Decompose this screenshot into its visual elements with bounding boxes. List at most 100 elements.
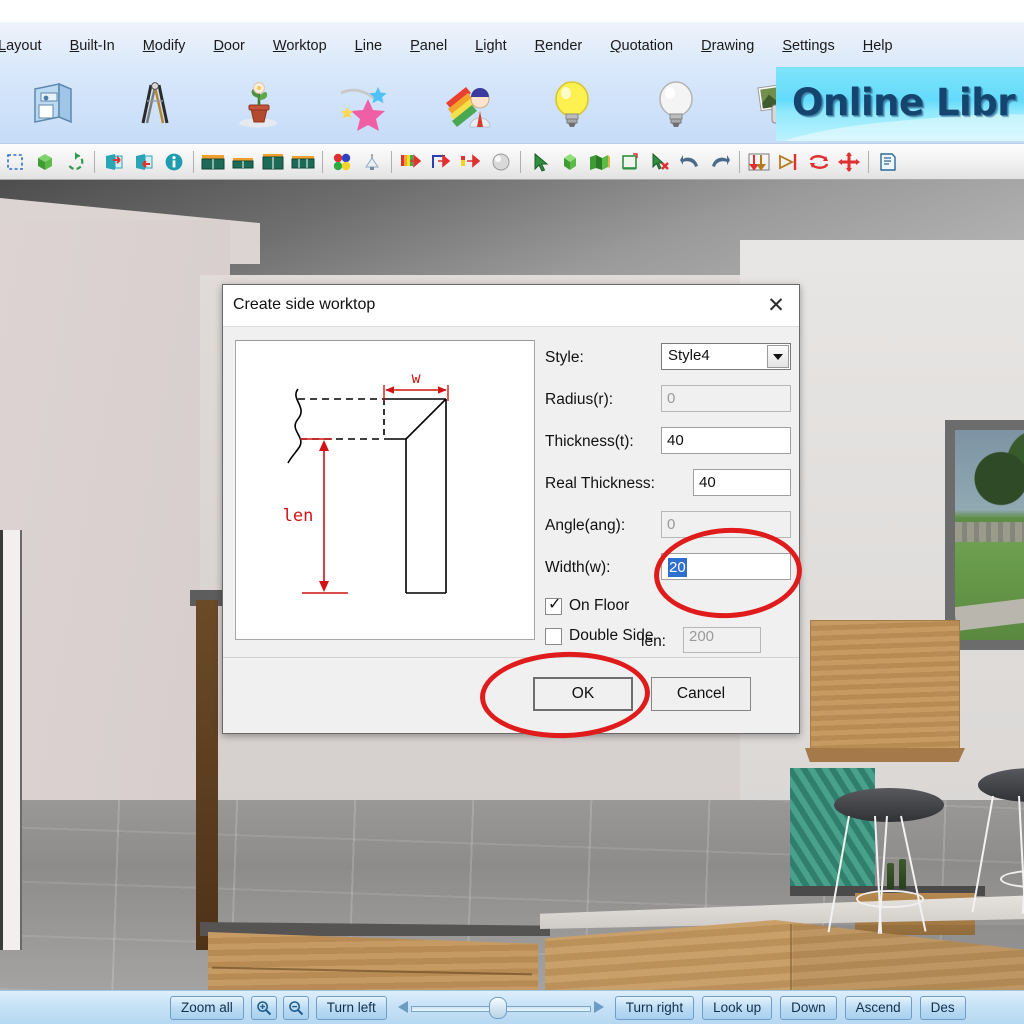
open-book-icon[interactable] [585,147,615,177]
menu-item-door[interactable]: Door [199,36,258,56]
style-select[interactable]: Style4 [661,343,791,370]
on-floor-checkbox[interactable]: ✓ [545,596,562,615]
window-fence [955,522,1024,544]
menu-item-settings[interactable]: Settings [768,36,848,56]
thickness-input-wrapper[interactable] [661,427,791,454]
undo-arrow-icon[interactable] [675,147,705,177]
window-grass [955,542,1024,640]
online-library-banner[interactable]: Online Libr [776,67,1024,141]
document-note-icon[interactable] [873,147,903,177]
zoom-all-button[interactable]: Zoom all [170,995,244,1020]
ok-button[interactable]: OK [533,677,633,711]
axis-render-icon[interactable] [426,147,456,177]
menu-item-render[interactable]: Render [521,36,597,56]
chevron-down-icon[interactable] [767,345,789,368]
cabinet-tall-icon[interactable] [258,147,288,177]
toolbar-separator [868,150,869,173]
potted-plant-icon[interactable] [208,65,312,143]
menu-item-built-in[interactable]: Built-In [56,36,129,56]
cabinet-double-icon[interactable] [228,147,258,177]
cursor-arrow-icon[interactable] [525,147,555,177]
double-side-checkbox[interactable] [545,628,562,645]
menu-item-list: Layout Built-In Modify Door Worktop Line Panel… [0,33,907,59]
rainbow-render-icon[interactable] [396,147,426,177]
worktop-profile-drawing: w len [283,369,449,594]
len-label: len: [641,633,666,650]
stool-legs [971,795,1024,916]
island-corner-edge [790,924,792,990]
check-icon: ✓ [548,596,562,613]
ascend-button[interactable]: Ascend [844,995,912,1020]
palette-render-icon[interactable] [456,147,486,177]
cancel-button[interactable]: Cancel [651,677,751,711]
descend-button[interactable]: Des [919,995,966,1020]
style-select-value: Style4 [668,347,710,364]
pendant-lamp-icon[interactable] [357,147,387,177]
cabinet-box-icon[interactable] [0,65,104,143]
on-floor-label: On Floor [569,597,630,614]
selection-marquee-icon[interactable] [0,147,30,177]
align-down-icon[interactable] [744,147,774,177]
style-label: Style: [545,349,584,366]
width-input[interactable]: 20 [661,553,791,580]
menu-item-layout[interactable]: Layout [0,36,56,56]
yellow-lightbulb-icon[interactable] [520,65,624,143]
menu-item-line[interactable]: Line [341,36,396,56]
thickness-input[interactable] [661,427,791,454]
redo-arrow-icon[interactable] [705,147,735,177]
real-thickness-input-wrapper[interactable] [693,469,791,496]
menu-item-light[interactable]: Light [461,36,520,56]
field-row-radius: Radius(r): [545,383,791,425]
menu-item-quotation[interactable]: Quotation [596,36,687,56]
look-up-button[interactable]: Look up [702,995,773,1020]
radius-input [661,385,791,412]
menu-item-help[interactable]: Help [849,36,907,56]
wall-insert-left-icon[interactable] [99,147,129,177]
sphere-render-icon[interactable] [486,147,516,177]
move-cross-icon[interactable] [834,147,864,177]
checkbox-row-on-floor: ✓ On Floor [545,593,791,623]
toolbar-separator [94,150,95,173]
magic-star-icon[interactable] [312,65,416,143]
width-input-wrapper[interactable]: 20 [661,553,791,580]
angle-label: Angle(ang): [545,517,626,534]
color-palette-person-icon[interactable] [416,65,520,143]
info-circle-icon[interactable] [159,147,189,177]
down-button[interactable]: Down [780,995,837,1020]
dialog-footer: OK Cancel [223,657,799,733]
slider-left-arrow-icon[interactable] [397,1000,408,1013]
menu-item-drawing[interactable]: Drawing [687,36,768,56]
zoom-in-icon[interactable] [250,995,277,1020]
turn-right-button[interactable]: Turn right [614,995,695,1020]
close-icon[interactable]: ✕ [759,290,793,320]
zoom-out-icon[interactable] [282,995,309,1020]
real-thickness-input[interactable] [693,469,791,496]
radius-input-wrapper [661,385,791,412]
slider-right-arrow-icon[interactable] [593,1000,604,1013]
rotation-slider[interactable] [397,996,605,1019]
wall-insert-right-icon[interactable] [129,147,159,177]
green-gem-icon[interactable] [555,147,585,177]
color-balls-icon[interactable] [327,147,357,177]
align-right-icon[interactable] [774,147,804,177]
style-select-wrapper[interactable]: Style4 [661,343,791,370]
crop-region-icon[interactable] [615,147,645,177]
cabinet-single-icon[interactable] [198,147,228,177]
thickness-label: Thickness(t): [545,433,634,450]
delete-cursor-icon[interactable] [645,147,675,177]
turn-left-button[interactable]: Turn left [315,995,387,1020]
slider-thumb[interactable] [488,996,507,1019]
recycle-rotate-icon[interactable] [60,147,90,177]
preview-length-label: len [283,506,314,526]
menu-item-worktop[interactable]: Worktop [259,36,341,56]
angle-input-wrapper [661,511,791,538]
swap-arrows-icon[interactable] [804,147,834,177]
menu-item-panel[interactable]: Panel [396,36,461,56]
drafting-compass-icon[interactable] [104,65,208,143]
green-cube-icon[interactable] [30,147,60,177]
cabinet-wide-icon[interactable] [288,147,318,177]
white-lightbulb-icon[interactable] [624,65,728,143]
menu-bar: Layout Built-In Modify Door Worktop Line Panel… [0,0,1024,64]
secondary-toolbar [0,144,1024,180]
menu-item-modify[interactable]: Modify [129,36,200,56]
